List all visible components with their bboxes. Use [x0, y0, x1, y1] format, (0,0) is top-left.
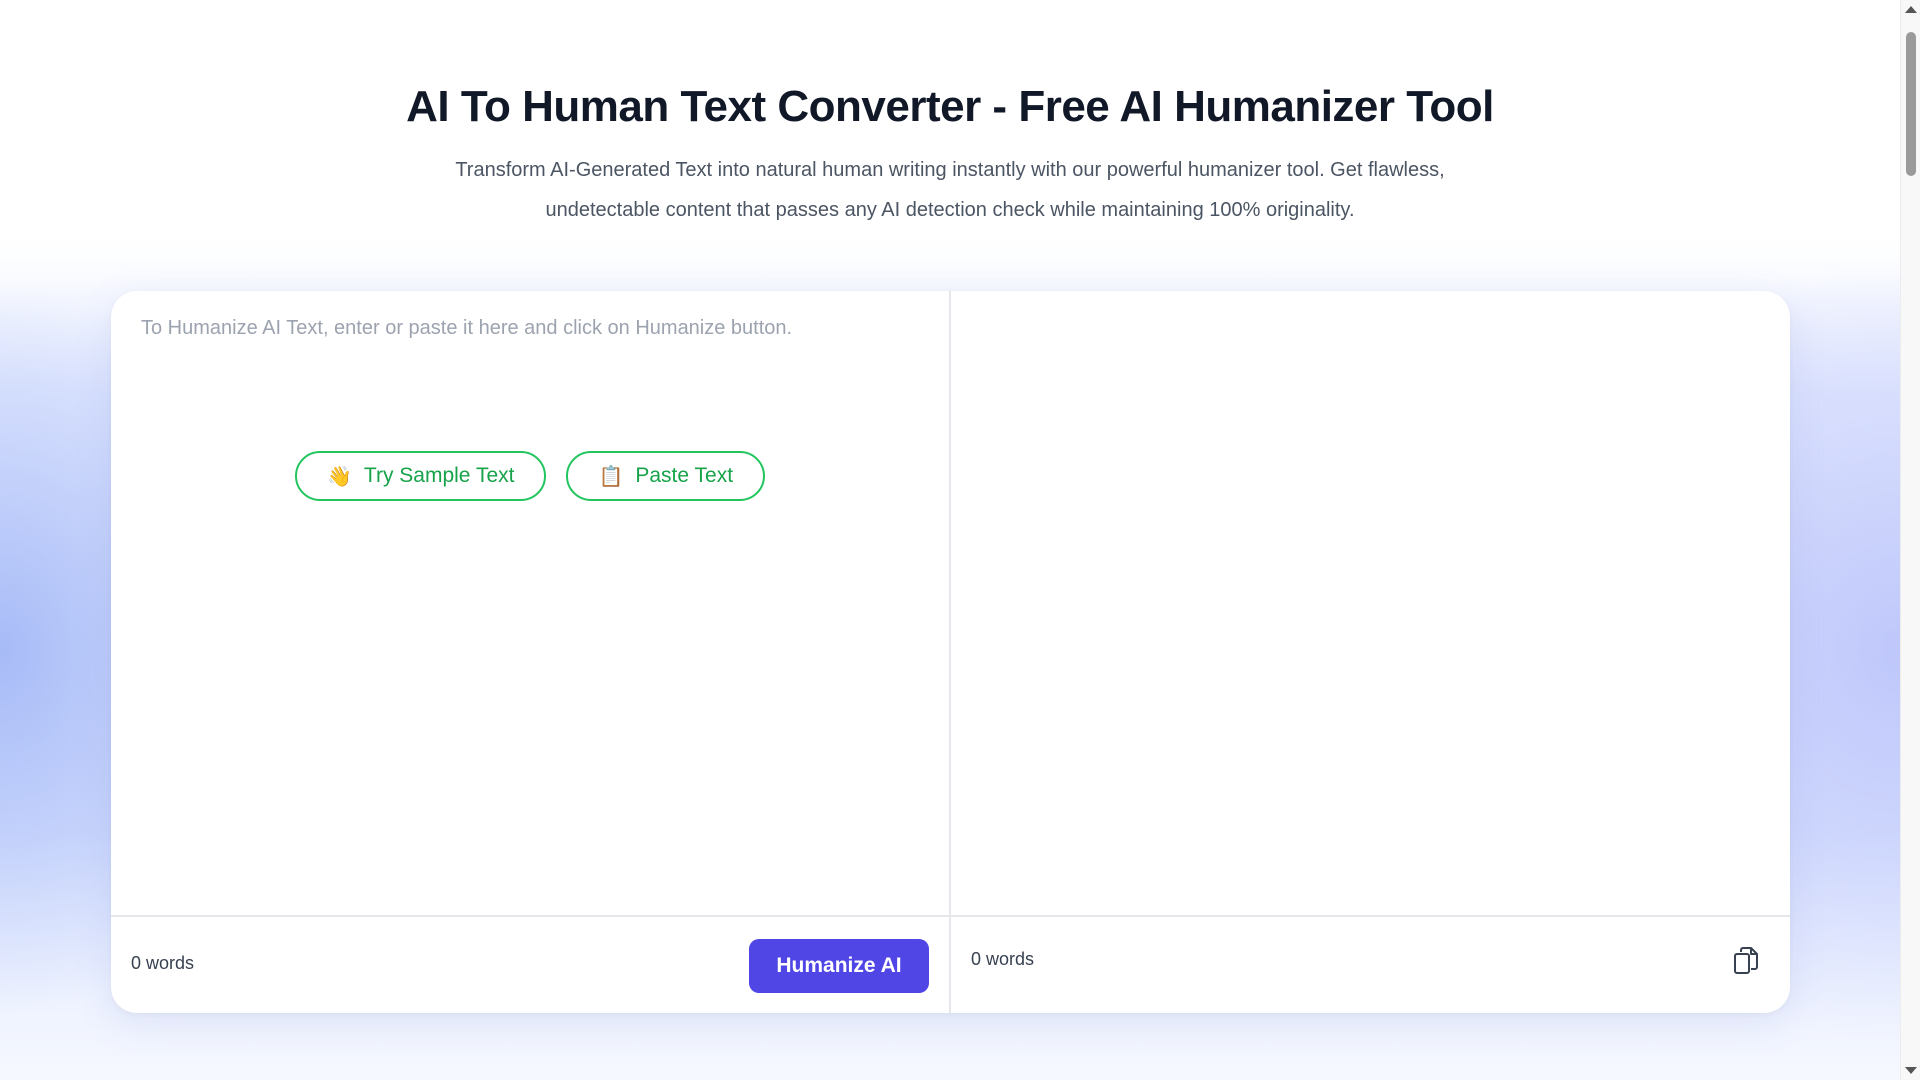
humanizer-card: To Humanize AI Text, enter or paste it h… — [111, 291, 1790, 1013]
output-footer: 0 words — [951, 915, 1790, 1013]
output-pane: 0 words — [951, 291, 1790, 1013]
output-area — [951, 291, 1789, 915]
hero-section: AI To Human Text Converter - Free AI Hum… — [0, 72, 1900, 230]
page: AI To Human Text Converter - Free AI Hum… — [0, 0, 1900, 1080]
try-sample-text-label: Try Sample Text — [363, 464, 515, 487]
input-pane: To Humanize AI Text, enter or paste it h… — [111, 291, 951, 1013]
input-placeholder: To Humanize AI Text, enter or paste it h… — [141, 317, 793, 339]
paste-text-button[interactable]: 📋 Paste Text — [566, 451, 766, 501]
page-subtitle: Transform AI-Generated Text into natural… — [455, 159, 1445, 221]
input-footer: 0 words Humanize AI — [111, 915, 949, 1013]
input-textarea[interactable]: To Humanize AI Text, enter or paste it h… — [111, 291, 949, 915]
clipboard-icon: 📋 — [598, 465, 624, 488]
try-sample-text-button[interactable]: 👋 Try Sample Text — [295, 451, 547, 501]
copy-icon — [1734, 947, 1758, 974]
humanize-ai-button[interactable]: Humanize AI — [749, 939, 929, 993]
input-actions: 👋 Try Sample Text 📋 Paste Text — [295, 451, 766, 501]
scroll-down-arrow-icon[interactable] — [1905, 1067, 1917, 1074]
scroll-up-arrow-icon[interactable] — [1905, 6, 1917, 13]
scroll-thumb[interactable] — [1906, 32, 1916, 176]
page-scrollbar[interactable] — [1900, 0, 1920, 1080]
page-title: AI To Human Text Converter - Free AI Hum… — [406, 82, 1494, 131]
copy-button[interactable] — [1726, 941, 1766, 981]
input-word-count: 0 words — [131, 953, 195, 973]
paste-text-label: Paste Text — [635, 464, 734, 487]
output-word-count: 0 words — [971, 949, 1035, 969]
waving-hand-icon: 👋 — [327, 465, 352, 488]
